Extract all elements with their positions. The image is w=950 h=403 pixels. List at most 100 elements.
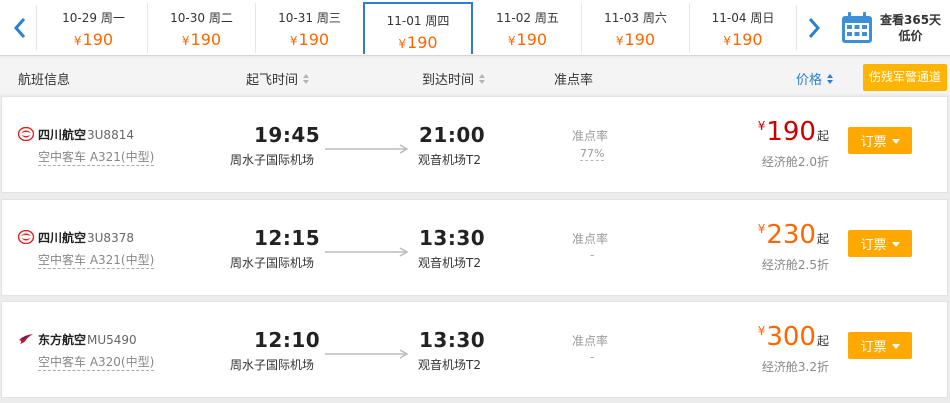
date-label: 10-30 周二 [170, 11, 233, 25]
on-time-value: - [590, 248, 595, 262]
departure-time: 12:10 [254, 328, 321, 352]
date-strip: 10-29 周一 ¥190 10-30 周二 ¥190 10-31 周三 ¥19… [0, 0, 950, 56]
cabin-discount: 经济舱2.5折 [761, 258, 829, 272]
prev-week-button[interactable] [3, 6, 37, 50]
flight-row: 四川航空3U8378 空中客车 A321(中型) 12:15 周水子国际机场 1… [1, 199, 948, 296]
price-value: 300 [766, 322, 816, 352]
sort-icon [827, 74, 834, 85]
airline-info: 东方航空MU5490 [38, 331, 137, 348]
date-label: 10-31 周三 [278, 11, 341, 25]
currency-symbol: ¥ [507, 34, 516, 48]
sort-by-depart-time[interactable]: 起飞时间 [246, 69, 310, 88]
header-depart-label: 起飞时间 [246, 73, 299, 88]
view-365-day-low-price-button[interactable]: 查看365天 低价 [834, 6, 950, 50]
header-arrive-label: 到达时间 [422, 73, 475, 88]
disabled-military-police-channel-button[interactable]: 伤残军警通道 [863, 64, 947, 91]
book-label: 订票 [860, 238, 887, 253]
arrival-time: 21:00 [419, 123, 486, 147]
arrival-time: 13:30 [419, 226, 486, 250]
price-value: 190 [732, 30, 763, 49]
date-tab-7[interactable]: 11-04 周日 ¥190 [690, 3, 796, 53]
date-price: ¥190 [256, 30, 363, 49]
price: ¥300起 [758, 322, 829, 352]
departure-time: 19:45 [254, 123, 321, 147]
price: ¥230起 [758, 220, 829, 250]
date-label: 10-29 周一 [62, 11, 125, 25]
book-ticket-button[interactable]: 订票 [848, 127, 912, 154]
airline-name: 四川航空 [38, 128, 87, 142]
date-price: ¥190 [582, 30, 689, 49]
route-arrow-icon [325, 349, 409, 359]
date-price: ¥190 [365, 33, 471, 52]
flight-number: MU5490 [87, 333, 137, 347]
date-price: ¥190 [40, 30, 147, 49]
price-value: 190 [766, 117, 816, 147]
price-suffix: 起 [816, 129, 829, 143]
flight-number: 3U8378 [87, 231, 134, 245]
cabin-discount: 经济舱2.0折 [761, 155, 829, 169]
next-week-button[interactable] [796, 6, 830, 50]
sort-by-price[interactable]: 价格 [796, 69, 834, 88]
calendar-text: 查看365天 低价 [880, 12, 941, 44]
departure-airport: 周水子国际机场 [230, 153, 315, 167]
departure-airport: 周水子国际机场 [230, 358, 315, 372]
currency-symbol: ¥ [398, 37, 407, 51]
airline-name: 四川航空 [38, 231, 87, 245]
date-price: ¥190 [148, 30, 255, 49]
on-time-label: 准点率 [572, 129, 609, 143]
book-label: 订票 [860, 135, 887, 150]
on-time-value[interactable]: 77% [580, 147, 605, 161]
departure-time: 12:15 [254, 226, 321, 250]
caret-down-icon [891, 241, 900, 247]
price-suffix: 起 [816, 334, 829, 348]
currency-symbol: ¥ [289, 34, 298, 48]
aircraft-type-link[interactable]: 空中客车 A321(中型) [38, 148, 155, 166]
on-time-label: 准点率 [572, 232, 609, 246]
header-on-time-rate: 准点率 [554, 73, 594, 88]
flight-row: 东方航空MU5490 空中客车 A320(中型) 12:10 周水子国际机场 1… [1, 301, 948, 398]
chevron-right-icon [808, 18, 820, 38]
arrival-airport: 观音机场T2 [418, 256, 481, 270]
date-tab-2[interactable]: 10-30 周二 ¥190 [148, 3, 256, 53]
route-arrow-icon [325, 144, 409, 154]
date-label: 11-02 周五 [496, 11, 559, 25]
price: ¥190起 [758, 117, 829, 147]
arrival-airport: 观音机场T2 [418, 358, 481, 372]
arrival-time: 13:30 [419, 328, 486, 352]
aircraft-type-link[interactable]: 空中客车 A320(中型) [38, 353, 155, 371]
date-tab-6[interactable]: 11-03 周六 ¥190 [582, 3, 690, 53]
header-flight-info: 航班信息 [18, 73, 71, 88]
chevron-left-icon [13, 18, 25, 38]
aircraft-type-link[interactable]: 空中客车 A321(中型) [38, 251, 155, 269]
price-value: 190 [624, 30, 656, 49]
sort-by-arrive-time[interactable]: 到达时间 [422, 69, 486, 88]
currency-symbol: ¥ [723, 34, 732, 48]
china-eastern-logo-icon [19, 334, 33, 344]
date-tab-3[interactable]: 10-31 周三 ¥190 [256, 3, 364, 53]
date-label: 11-04 周日 [711, 11, 775, 25]
date-tab-4-selected[interactable]: 11-01 周四 ¥190 [363, 2, 473, 54]
caret-down-icon [891, 343, 900, 349]
airline-info: 四川航空3U8814 [38, 126, 134, 143]
airline-info: 四川航空3U8378 [38, 229, 134, 246]
cabin-discount: 经济舱3.2折 [761, 360, 829, 374]
route-arrow-icon [325, 247, 409, 257]
flight-number: 3U8814 [87, 128, 134, 142]
column-header-row: 航班信息 起飞时间 到达时间 准点率 价格 伤残军警通道 [0, 58, 950, 94]
currency-symbol: ¥ [757, 222, 766, 236]
price-value: 190 [298, 30, 330, 49]
date-price: ¥190 [690, 30, 796, 49]
date-label: 11-01 周四 [386, 14, 450, 28]
on-time-value: - [590, 350, 595, 364]
date-label: 11-03 周六 [604, 11, 667, 25]
book-ticket-button[interactable]: 订票 [848, 332, 912, 359]
date-tab-5[interactable]: 11-02 周五 ¥190 [474, 3, 582, 53]
caret-down-icon [891, 138, 900, 144]
calendar-text-line2: 低价 [898, 29, 923, 43]
price-value: 230 [766, 220, 816, 250]
price-suffix: 起 [816, 232, 829, 246]
price-value: 190 [190, 30, 222, 49]
date-tab-1[interactable]: 10-29 周一 ¥190 [40, 3, 148, 53]
flight-row: 四川航空3U8814 空中客车 A321(中型) 19:45 周水子国际机场 2… [1, 96, 948, 193]
book-ticket-button[interactable]: 订票 [848, 230, 912, 257]
